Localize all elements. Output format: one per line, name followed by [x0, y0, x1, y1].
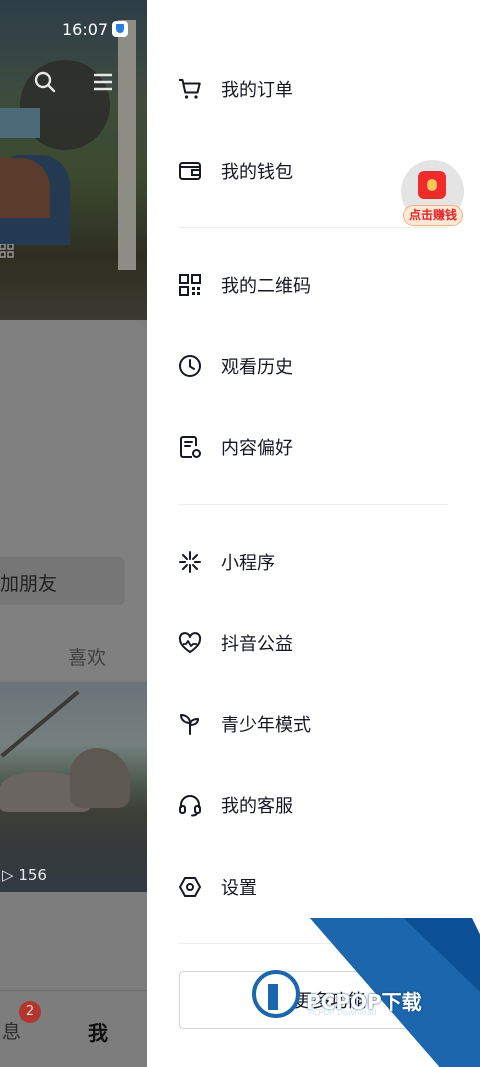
status-bar-time: 16:07: [62, 20, 109, 39]
play-count-value: 156: [18, 866, 47, 884]
menu-item-label: 小程序: [221, 553, 275, 574]
menu-icon[interactable]: [92, 71, 114, 93]
sprout-icon: [180, 714, 199, 735]
menu-item-charity[interactable]: 抖音公益: [177, 623, 457, 663]
menu-item-label: 我的订单: [221, 80, 293, 101]
menu-item-orders[interactable]: 我的订单: [177, 69, 457, 109]
background-profile-page: 16:07 加朋友 喜欢 ▷ 156 息 2 我: [0, 0, 147, 1067]
cart-icon: [179, 79, 201, 99]
background-cover-photo: [0, 0, 147, 320]
clock-icon: [179, 355, 201, 377]
divider: [179, 504, 448, 505]
qr-code-icon: [179, 274, 201, 296]
menu-item-label: 抖音公益: [221, 634, 293, 655]
video-thumbnail[interactable]: [0, 682, 147, 892]
tab-me[interactable]: 我: [88, 1017, 108, 1046]
mini-program-icon: [179, 551, 201, 573]
red-envelope-icon: [418, 171, 446, 199]
menu-item-settings[interactable]: 设置: [177, 867, 457, 907]
watermark-subtext: PCPOP Download: [308, 1008, 377, 1017]
menu-item-mini-program[interactable]: 小程序: [177, 542, 457, 582]
watermark-logo-icon: [252, 970, 300, 1018]
profile-card: [0, 320, 146, 680]
preference-icon: [180, 436, 201, 458]
add-friend-button[interactable]: 加朋友: [0, 557, 125, 605]
menu-item-label: 我的钱包: [221, 162, 293, 183]
play-icon: ▷: [2, 866, 14, 884]
tab-messages[interactable]: 息: [2, 1017, 21, 1044]
red-packet-label[interactable]: 点击赚钱: [403, 205, 463, 226]
tab-likes[interactable]: 喜欢: [68, 643, 106, 670]
divider: [179, 227, 448, 228]
charity-heart-icon: [178, 632, 202, 653]
menu-item-qr-code[interactable]: 我的二维码: [177, 265, 457, 305]
menu-item-customer-service[interactable]: 我的客服: [177, 785, 457, 825]
menu-item-label: 青少年模式: [221, 715, 311, 736]
shield-icon: [112, 21, 128, 37]
menu-item-content-preference[interactable]: 内容偏好: [177, 427, 457, 467]
bottom-tabbar: [0, 990, 147, 1067]
menu-item-label: 设置: [221, 878, 257, 899]
add-friend-label: 加朋友: [0, 573, 58, 595]
settings-hexagon-icon: [179, 877, 201, 897]
headset-icon: [179, 795, 201, 817]
menu-item-label: 观看历史: [221, 357, 293, 378]
play-count: ▷ 156: [2, 866, 47, 884]
qr-small-icon: [0, 244, 14, 258]
menu-item-label: 我的二维码: [221, 276, 311, 297]
menu-item-label: 我的客服: [221, 796, 293, 817]
menu-item-label: 内容偏好: [221, 438, 293, 459]
menu-item-watch-history[interactable]: 观看历史: [177, 346, 457, 386]
search-icon[interactable]: [33, 70, 57, 94]
menu-item-teen-mode[interactable]: 青少年模式: [177, 704, 457, 744]
messages-badge: 2: [19, 1001, 41, 1023]
wallet-icon: [179, 162, 201, 180]
